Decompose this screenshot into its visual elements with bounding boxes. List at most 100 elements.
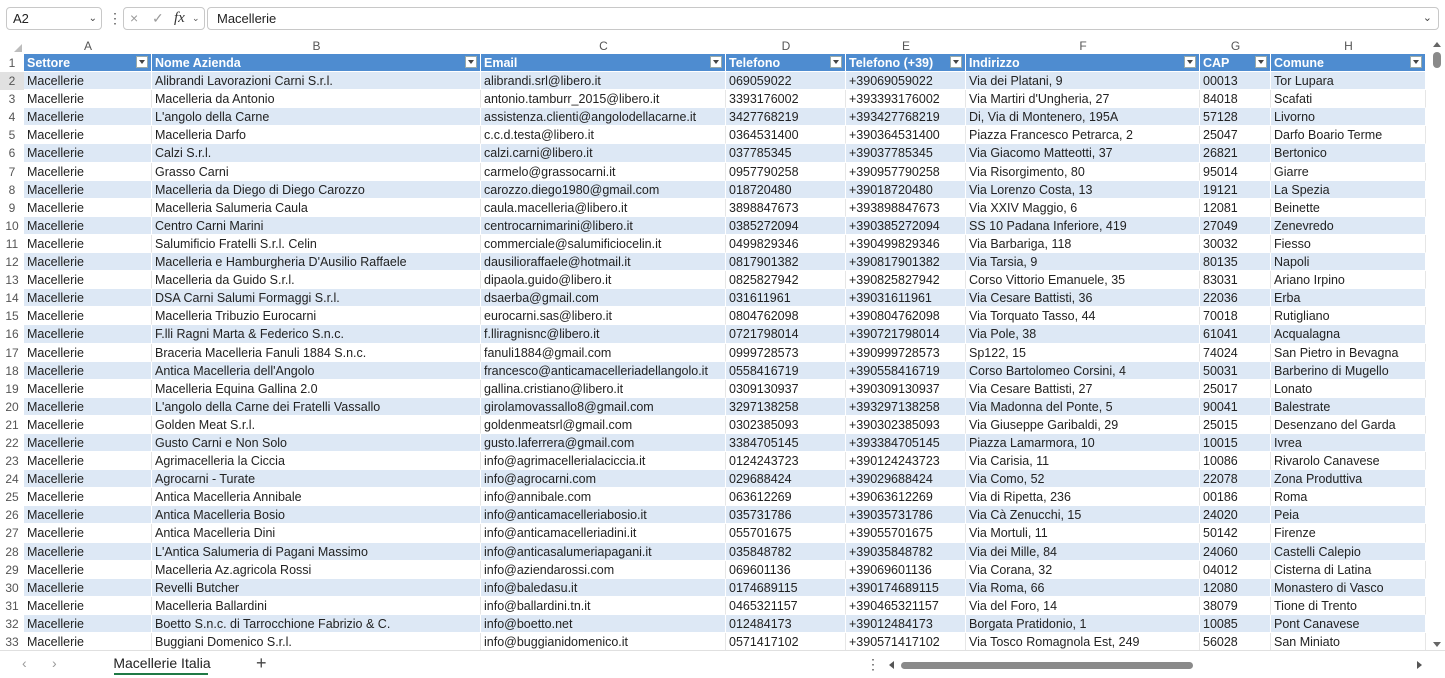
table-cell[interactable]: Piazza Francesco Petrarca, 2 xyxy=(966,126,1200,145)
table-cell[interactable]: girolamovassallo8@gmail.com xyxy=(481,397,726,416)
table-cell[interactable]: Barberino di Mugello xyxy=(1271,361,1426,380)
table-cell[interactable]: +390499829346 xyxy=(846,234,966,254)
scroll-down-icon[interactable] xyxy=(1433,642,1441,647)
table-cell[interactable]: Via Mortuli, 11 xyxy=(966,524,1200,543)
row-number[interactable]: 12 xyxy=(0,253,24,271)
table-cell[interactable]: +393384705145 xyxy=(846,433,966,453)
table-cell[interactable]: +390817901382 xyxy=(846,253,966,272)
table-cell[interactable]: Calzi S.r.l. xyxy=(152,144,481,163)
table-cell[interactable]: 0499829346 xyxy=(726,234,846,254)
table-cell[interactable]: San Miniato xyxy=(1271,633,1426,650)
table-cell[interactable]: Macellerie xyxy=(24,397,152,416)
table-cell[interactable]: +39037785345 xyxy=(846,144,966,163)
table-cell[interactable]: +393393176002 xyxy=(846,90,966,109)
table-cell[interactable]: Desenzano del Garda xyxy=(1271,415,1426,434)
table-cell[interactable]: Tor Lupara xyxy=(1271,72,1426,91)
table-cell[interactable]: 24060 xyxy=(1200,542,1271,561)
table-cell[interactable]: F.lli Ragni Marta & Federico S.n.c. xyxy=(152,325,481,344)
table-cell[interactable]: 12080 xyxy=(1200,578,1271,597)
table-cell[interactable]: Balestrate xyxy=(1271,397,1426,416)
table-cell[interactable]: Lonato xyxy=(1271,379,1426,398)
table-cell[interactable]: 22036 xyxy=(1200,289,1271,308)
table-cell[interactable]: Via Como, 52 xyxy=(966,470,1200,489)
table-cell[interactable]: 84018 xyxy=(1200,90,1271,109)
table-cell[interactable]: +39018720480 xyxy=(846,180,966,199)
table-cell[interactable]: 031611961 xyxy=(726,289,846,308)
chevron-down-icon[interactable]: ⌄ xyxy=(89,8,97,29)
column-header-d[interactable]: D xyxy=(726,38,846,54)
table-cell[interactable]: Macelleria da Guido S.r.l. xyxy=(152,271,481,290)
table-cell[interactable]: Scafati xyxy=(1271,90,1426,109)
prev-sheet-icon[interactable]: ‹ xyxy=(22,655,27,671)
table-cell[interactable]: Via Barbariga, 118 xyxy=(966,234,1200,254)
table-cell[interactable]: Via Carisia, 11 xyxy=(966,452,1200,471)
table-cell[interactable]: info@baledasu.it xyxy=(481,578,726,597)
table-cell[interactable]: +390302385093 xyxy=(846,415,966,434)
table-cell[interactable]: Macelleria da Diego di Diego Carozzo xyxy=(152,180,481,199)
table-cell[interactable]: 012484173 xyxy=(726,614,846,633)
table-cell[interactable]: Macellerie xyxy=(24,542,152,561)
table-cell[interactable]: 30032 xyxy=(1200,234,1271,254)
table-cell[interactable]: +390124243723 xyxy=(846,452,966,471)
row-number[interactable]: 9 xyxy=(0,199,24,217)
filter-dropdown-icon[interactable] xyxy=(950,56,962,68)
table-cell[interactable]: Piazza Lamarmora, 10 xyxy=(966,433,1200,453)
table-cell[interactable]: info@ballardini.tn.it xyxy=(481,596,726,615)
next-sheet-icon[interactable]: › xyxy=(52,655,57,671)
row-number[interactable]: 29 xyxy=(0,561,24,579)
filter-dropdown-icon[interactable] xyxy=(1184,56,1196,68)
row-number[interactable]: 27 xyxy=(0,524,24,542)
row-number[interactable]: 20 xyxy=(0,398,24,416)
table-cell[interactable]: 3393176002 xyxy=(726,90,846,109)
table-cell[interactable]: 3427768219 xyxy=(726,108,846,127)
header-cell[interactable]: Indirizzo xyxy=(966,54,1200,73)
table-cell[interactable]: 50031 xyxy=(1200,361,1271,380)
table-cell[interactable]: L'angolo della Carne dei Fratelli Vassal… xyxy=(152,397,481,416)
table-cell[interactable]: Via Martiri d'Ungheria, 27 xyxy=(966,90,1200,109)
table-cell[interactable]: 0309130937 xyxy=(726,379,846,398)
table-cell[interactable]: alibrandi.srl@libero.it xyxy=(481,72,726,91)
table-cell[interactable]: Macelleria Az.agricola Rossi xyxy=(152,560,481,579)
table-cell[interactable]: 10086 xyxy=(1200,452,1271,471)
row-number[interactable]: 3 xyxy=(0,90,24,108)
vertical-scroll-thumb[interactable] xyxy=(1433,52,1441,68)
table-cell[interactable]: Roma xyxy=(1271,488,1426,507)
row-number[interactable]: 4 xyxy=(0,108,24,126)
table-cell[interactable]: Cisterna di Latina xyxy=(1271,560,1426,579)
table-cell[interactable]: Zona Produttiva xyxy=(1271,470,1426,489)
table-cell[interactable]: Salumificio Fratelli S.r.l. Celin xyxy=(152,234,481,254)
row-number[interactable]: 10 xyxy=(0,217,24,235)
table-cell[interactable]: Macellerie xyxy=(24,144,152,163)
table-cell[interactable]: Via Lorenzo Costa, 13 xyxy=(966,180,1200,199)
name-box[interactable]: A2 ⌄ xyxy=(6,7,102,30)
table-cell[interactable]: +390804762098 xyxy=(846,307,966,326)
table-cell[interactable]: info@agrocarni.com xyxy=(481,470,726,489)
table-cell[interactable]: Livorno xyxy=(1271,108,1426,127)
table-cell[interactable]: Macellerie xyxy=(24,108,152,127)
table-cell[interactable]: Corso Bartolomeo Corsini, 4 xyxy=(966,361,1200,380)
column-header-f[interactable]: F xyxy=(966,38,1200,54)
table-cell[interactable]: eurocarni.sas@libero.it xyxy=(481,307,726,326)
worksheet-grid[interactable]: ABCDEFGH 1 Settore Nome Azienda Email Telefo… xyxy=(0,38,1430,650)
table-cell[interactable]: 24020 xyxy=(1200,506,1271,525)
table-cell[interactable]: +390174689115 xyxy=(846,578,966,597)
row-number[interactable]: 8 xyxy=(0,181,24,199)
table-cell[interactable]: Monastero di Vasco xyxy=(1271,578,1426,597)
table-cell[interactable]: Via Giacomo Matteotti, 37 xyxy=(966,144,1200,163)
table-cell[interactable]: +390558416719 xyxy=(846,361,966,380)
row-number[interactable]: 30 xyxy=(0,579,24,597)
table-cell[interactable]: 27049 xyxy=(1200,216,1271,235)
chevron-down-icon[interactable]: ⌄ xyxy=(192,8,200,29)
table-cell[interactable]: +39035731786 xyxy=(846,506,966,525)
table-cell[interactable]: 10085 xyxy=(1200,614,1271,633)
table-cell[interactable]: 029688424 xyxy=(726,470,846,489)
table-cell[interactable]: Sp122, 15 xyxy=(966,343,1200,362)
table-cell[interactable]: Firenze xyxy=(1271,524,1426,543)
confirm-icon[interactable]: ✓ xyxy=(152,8,164,29)
table-cell[interactable]: info@anticamacelleriadini.it xyxy=(481,524,726,543)
table-cell[interactable]: Centro Carni Marini xyxy=(152,216,481,235)
table-cell[interactable]: Rutigliano xyxy=(1271,307,1426,326)
table-cell[interactable]: Via Cà Zenucchi, 15 xyxy=(966,506,1200,525)
table-cell[interactable]: Macellerie xyxy=(24,578,152,597)
table-cell[interactable]: dipaola.guido@libero.it xyxy=(481,271,726,290)
